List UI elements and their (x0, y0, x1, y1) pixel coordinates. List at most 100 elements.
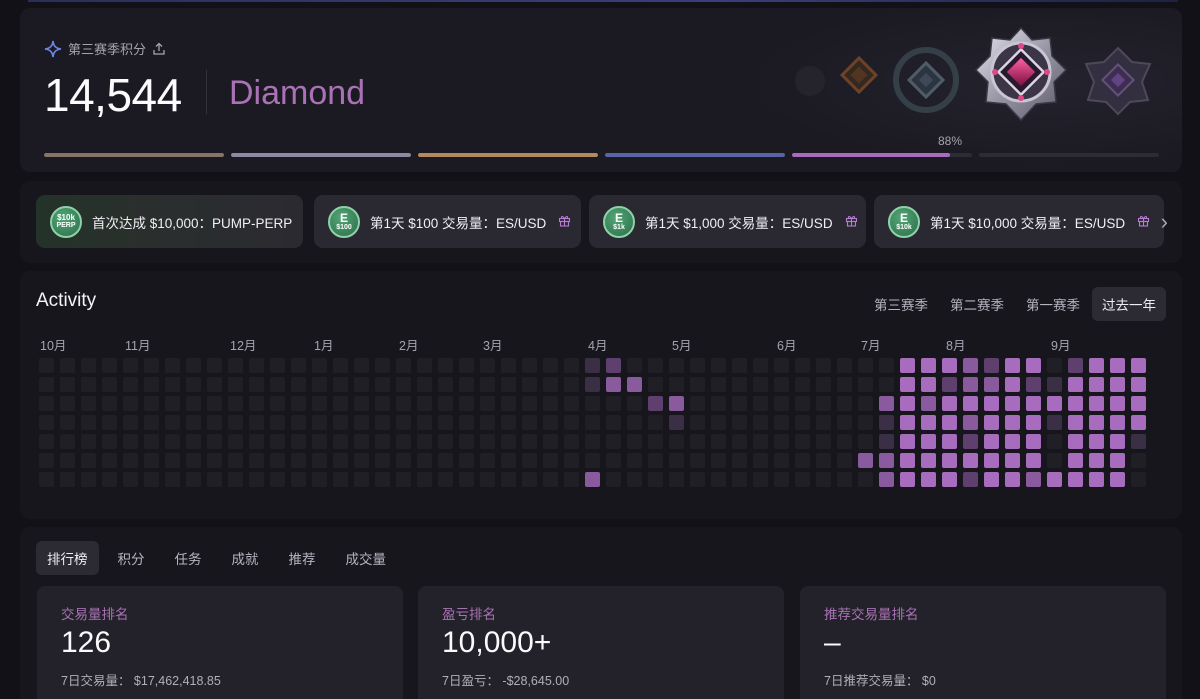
activity-day-cell[interactable] (291, 472, 306, 487)
activity-day-cell[interactable] (921, 396, 936, 411)
activity-day-cell[interactable] (963, 472, 978, 487)
activity-day-cell[interactable] (732, 358, 747, 373)
activity-day-cell[interactable] (333, 453, 348, 468)
activity-day-cell[interactable] (375, 472, 390, 487)
activity-day-cell[interactable] (123, 377, 138, 392)
activity-day-cell[interactable] (669, 472, 684, 487)
activity-day-cell[interactable] (963, 434, 978, 449)
activity-day-cell[interactable] (606, 415, 621, 430)
activity-day-cell[interactable] (1026, 415, 1041, 430)
activity-day-cell[interactable] (270, 396, 285, 411)
activity-day-cell[interactable] (942, 358, 957, 373)
activity-day-cell[interactable] (291, 415, 306, 430)
activity-day-cell[interactable] (1047, 377, 1062, 392)
activity-day-cell[interactable] (900, 453, 915, 468)
activity-day-cell[interactable] (774, 415, 789, 430)
activity-day-cell[interactable] (774, 396, 789, 411)
activity-day-cell[interactable] (921, 472, 936, 487)
activity-day-cell[interactable] (543, 358, 558, 373)
activity-day-cell[interactable] (522, 453, 537, 468)
activity-day-cell[interactable] (690, 415, 705, 430)
activity-day-cell[interactable] (942, 453, 957, 468)
activity-day-cell[interactable] (753, 396, 768, 411)
activity-day-cell[interactable] (732, 396, 747, 411)
activity-day-cell[interactable] (102, 396, 117, 411)
activity-day-cell[interactable] (459, 434, 474, 449)
activity-day-cell[interactable] (1131, 434, 1146, 449)
activity-day-cell[interactable] (207, 415, 222, 430)
activity-day-cell[interactable] (543, 472, 558, 487)
activity-day-cell[interactable] (438, 453, 453, 468)
activity-day-cell[interactable] (81, 358, 96, 373)
activity-day-cell[interactable] (1089, 396, 1104, 411)
leaderboard-tab[interactable]: 成交量 (335, 541, 398, 575)
activity-day-cell[interactable] (291, 358, 306, 373)
activity-day-cell[interactable] (39, 396, 54, 411)
activity-day-cell[interactable] (1110, 453, 1125, 468)
activity-day-cell[interactable] (921, 377, 936, 392)
activity-day-cell[interactable] (942, 434, 957, 449)
leaderboard-tab[interactable]: 推荐 (278, 541, 327, 575)
activity-day-cell[interactable] (438, 415, 453, 430)
activity-day-cell[interactable] (816, 415, 831, 430)
activity-day-cell[interactable] (858, 472, 873, 487)
activity-day-cell[interactable] (942, 396, 957, 411)
activity-day-cell[interactable] (816, 377, 831, 392)
activity-day-cell[interactable] (165, 472, 180, 487)
activity-day-cell[interactable] (711, 453, 726, 468)
activity-day-cell[interactable] (837, 434, 852, 449)
activity-day-cell[interactable] (165, 396, 180, 411)
achievement-chip[interactable]: $10k PERP 首次达成 $10,000：PUMP-PERP (36, 195, 303, 248)
activity-day-cell[interactable] (522, 358, 537, 373)
activity-day-cell[interactable] (900, 358, 915, 373)
activity-day-cell[interactable] (879, 472, 894, 487)
activity-day-cell[interactable] (774, 453, 789, 468)
activity-day-cell[interactable] (879, 358, 894, 373)
activity-day-cell[interactable] (417, 453, 432, 468)
activity-day-cell[interactable] (795, 358, 810, 373)
activity-day-cell[interactable] (375, 377, 390, 392)
activity-day-cell[interactable] (795, 377, 810, 392)
leaderboard-tab[interactable]: 任务 (164, 541, 213, 575)
activity-day-cell[interactable] (438, 396, 453, 411)
activity-day-cell[interactable] (375, 396, 390, 411)
activity-day-cell[interactable] (942, 377, 957, 392)
activity-day-cell[interactable] (1131, 377, 1146, 392)
activity-day-cell[interactable] (312, 472, 327, 487)
activity-day-cell[interactable] (1047, 453, 1062, 468)
activity-day-cell[interactable] (228, 358, 243, 373)
activity-day-cell[interactable] (585, 453, 600, 468)
activity-day-cell[interactable] (774, 472, 789, 487)
activity-day-cell[interactable] (333, 396, 348, 411)
activity-day-cell[interactable] (963, 358, 978, 373)
activity-day-cell[interactable] (333, 434, 348, 449)
activity-day-cell[interactable] (816, 358, 831, 373)
achievement-chip[interactable]: E $10k 第1天 $10,000 交易量：ES/USD (874, 195, 1164, 248)
activity-day-cell[interactable] (564, 434, 579, 449)
activity-day-cell[interactable] (144, 415, 159, 430)
activity-day-cell[interactable] (984, 396, 999, 411)
activity-day-cell[interactable] (165, 453, 180, 468)
activity-day-cell[interactable] (606, 453, 621, 468)
activity-day-cell[interactable] (1005, 472, 1020, 487)
activity-day-cell[interactable] (39, 453, 54, 468)
activity-day-cell[interactable] (165, 377, 180, 392)
activity-day-cell[interactable] (648, 415, 663, 430)
activity-day-cell[interactable] (81, 415, 96, 430)
activity-day-cell[interactable] (984, 434, 999, 449)
activity-day-cell[interactable] (732, 472, 747, 487)
activity-day-cell[interactable] (186, 434, 201, 449)
activity-day-cell[interactable] (123, 453, 138, 468)
activity-day-cell[interactable] (144, 396, 159, 411)
activity-day-cell[interactable] (186, 396, 201, 411)
activity-day-cell[interactable] (774, 434, 789, 449)
activity-day-cell[interactable] (522, 434, 537, 449)
activity-day-cell[interactable] (564, 415, 579, 430)
activity-day-cell[interactable] (1110, 434, 1125, 449)
activity-day-cell[interactable] (669, 377, 684, 392)
activity-day-cell[interactable] (438, 358, 453, 373)
activity-day-cell[interactable] (753, 377, 768, 392)
activity-day-cell[interactable] (60, 415, 75, 430)
activity-day-cell[interactable] (1131, 415, 1146, 430)
activity-day-cell[interactable] (249, 377, 264, 392)
